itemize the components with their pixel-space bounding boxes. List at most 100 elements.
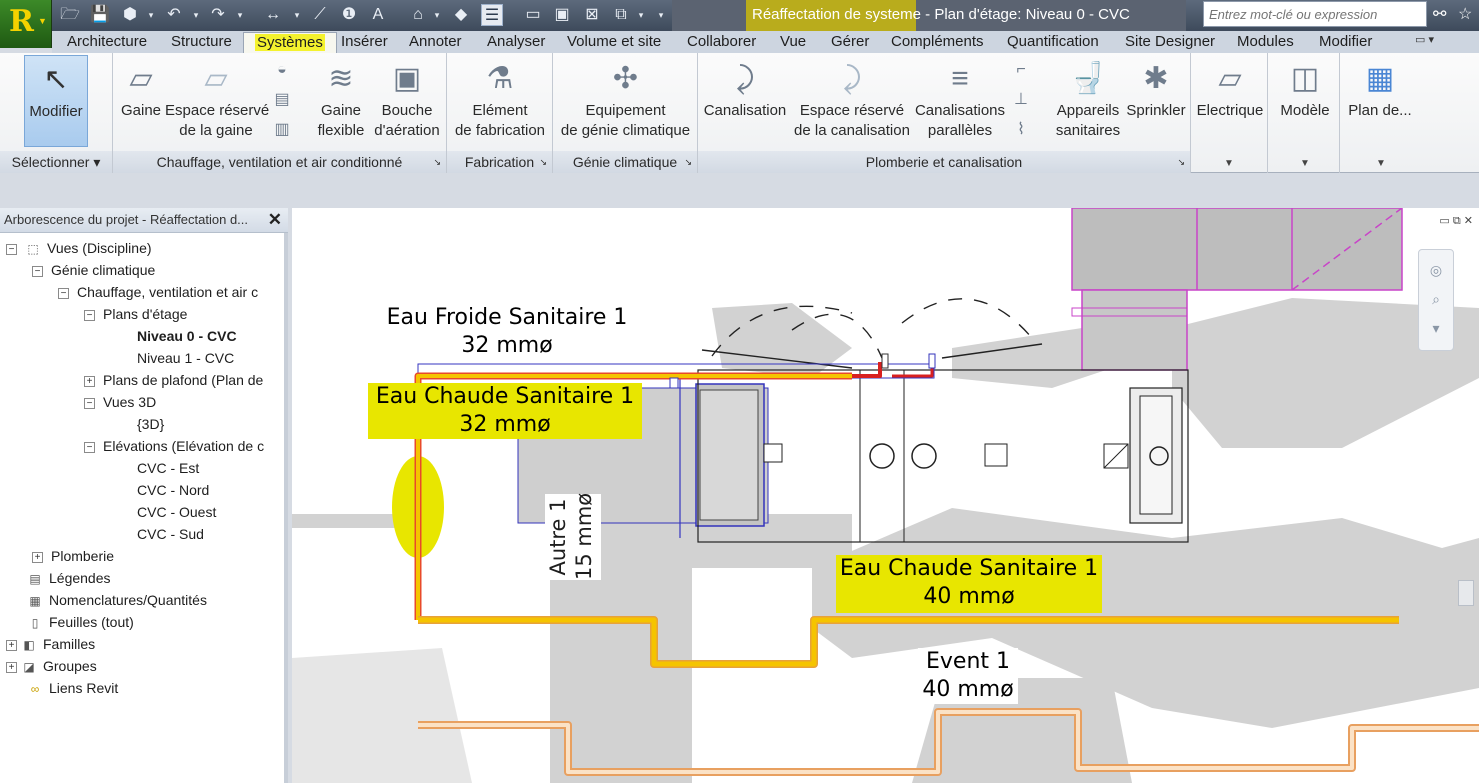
pipe-fitting-icon[interactable]: ⌐ — [1010, 59, 1032, 81]
customize-quick-access-icon[interactable]: ▾ — [656, 4, 666, 26]
tag-cold-water[interactable]: Eau Froide Sanitaire 1 32 mmø — [382, 304, 632, 360]
fabrication-part-button[interactable]: ⚗ Elément de fabrication — [451, 55, 549, 141]
tree-item-niveau-1-cvc[interactable]: Niveau 1 - CVC — [137, 347, 234, 369]
tree-item-plomberie[interactable]: + Plomberie — [32, 545, 114, 567]
undo-dropdown-icon[interactable]: ▾ — [191, 4, 201, 26]
open-icon[interactable]: 🗁 — [59, 4, 81, 26]
duct-fitting-icon[interactable]: ◒ — [271, 59, 293, 81]
model-button[interactable]: ◫ Modèle — [1272, 55, 1338, 121]
tab-systemes[interactable]: Systèmes — [243, 32, 337, 53]
ribbon-minimize-icon[interactable]: ▭ ▾ — [1415, 33, 1434, 46]
tree-item-vues[interactable]: − ⬚ Vues (Discipline) — [6, 237, 152, 259]
collapse-toggle-icon[interactable]: − — [84, 309, 95, 321]
tab-annoter[interactable]: Annoter — [398, 32, 473, 53]
model-dropdown-icon[interactable]: ▼ — [1300, 158, 1310, 169]
tree-item-plans-etage[interactable]: − Plans d'étage — [84, 303, 187, 325]
collapse-toggle-icon[interactable]: − — [84, 397, 95, 409]
parallel-pipes-button[interactable]: ≡ Canalisations parallèles — [914, 55, 1006, 141]
panel-title-selectionner[interactable]: Sélectionner ▾ — [0, 151, 112, 173]
application-menu-button[interactable]: R ▼ — [0, 0, 52, 48]
flex-duct-button[interactable]: ≋ Gaine flexible — [313, 55, 369, 141]
pipe-button[interactable]: ⤸ Canalisation — [702, 55, 788, 121]
close-view-icon[interactable]: ✕ — [1464, 215, 1473, 227]
zoom-icon[interactable]: ⌕ — [1419, 291, 1453, 308]
tree-item-legendes[interactable]: ▤ Légendes — [27, 567, 110, 589]
air-terminal-button[interactable]: ▣ Bouche d'aération — [371, 55, 443, 141]
tree-item-cvc-ouest[interactable]: CVC - Ouest — [137, 501, 216, 523]
close-hidden-icon[interactable]: ▭ — [522, 4, 544, 26]
text-icon[interactable]: A — [367, 4, 389, 26]
flex-pipe-icon[interactable]: ⌇ — [1010, 119, 1032, 141]
modify-button[interactable]: ↖ Modifier — [24, 55, 88, 147]
tree-item-cvc-sud[interactable]: CVC - Sud — [137, 523, 204, 545]
tag-hot-water-32[interactable]: Eau Chaude Sanitaire 1 32 mmø — [368, 383, 642, 439]
panel-title-cvc[interactable]: Chauffage, ventilation et air conditionn… — [113, 151, 446, 173]
tree-item-3d[interactable]: {3D} — [137, 413, 164, 435]
workplane-button[interactable]: ▦ Plan de... — [1344, 55, 1416, 121]
tab-inserer[interactable]: Insérer — [330, 32, 399, 53]
tree-item-liens-revit[interactable]: ∞ Liens Revit — [27, 677, 119, 699]
collapse-toggle-icon[interactable]: − — [6, 243, 17, 255]
tab-volume-et-site[interactable]: Volume et site — [556, 32, 672, 53]
panel-title-genie-climatique[interactable]: Génie climatique ↘ — [553, 151, 697, 173]
tile-dropdown-icon[interactable]: ▾ — [636, 4, 646, 26]
tree-item-nomenclatures[interactable]: ▦ Nomenclatures/Quantités — [27, 589, 207, 611]
switch-windows-icon[interactable]: ▣ — [551, 4, 573, 26]
tag-other[interactable]: Autre 1 15 mmø — [545, 493, 601, 580]
sync-icon[interactable]: ⬢ — [119, 4, 141, 26]
measure-icon[interactable]: ↔ — [262, 4, 284, 26]
tab-complements[interactable]: Compléments — [880, 32, 995, 53]
tab-analyser[interactable]: Analyser — [476, 32, 556, 53]
duct-button[interactable]: ▱ Gaine — [117, 55, 165, 121]
tree-item-cvc-est[interactable]: CVC - Est — [137, 457, 199, 479]
collapse-toggle-icon[interactable]: − — [84, 441, 95, 453]
tab-modifier[interactable]: Modifier — [1308, 32, 1383, 53]
tree-item-niveau-0-cvc[interactable]: Niveau 0 - CVC — [137, 325, 237, 347]
tree-item-cvc-nord[interactable]: CVC - Nord — [137, 479, 209, 501]
close-icon[interactable]: ✕ — [268, 208, 282, 232]
workplane-dropdown-icon[interactable]: ▼ — [1376, 158, 1386, 169]
panel-title-fabrication[interactable]: Fabrication ↘ — [447, 151, 552, 173]
pipe-placeholder-button[interactable]: ⤸ Espace réservé de la canalisation — [790, 55, 914, 141]
dimension-icon[interactable]: ⟋ — [309, 4, 331, 26]
tab-quantification[interactable]: Quantification — [996, 32, 1110, 53]
convert-flex-icon[interactable]: ▥ — [271, 119, 293, 141]
duct-placeholder-button[interactable]: ▱ Espace réservé de la gaine — [165, 55, 269, 141]
plumbing-fixture-button[interactable]: 🚽 Appareils sanitaires — [1052, 55, 1124, 141]
tab-gerer[interactable]: Gérer — [820, 32, 880, 53]
tag-hot-water-40[interactable]: Eau Chaude Sanitaire 1 40 mmø — [836, 555, 1102, 613]
duct-accessory-icon[interactable]: ▤ — [271, 89, 293, 111]
tile-icon[interactable]: ⧉ — [610, 4, 632, 26]
3d-view-icon[interactable]: ⌂ — [407, 4, 429, 26]
steering-wheel-icon[interactable]: ◎ — [1419, 262, 1453, 279]
tree-item-plans-plafond[interactable]: + Plans de plafond (Plan de — [84, 369, 263, 391]
expand-toggle-icon[interactable]: + — [6, 661, 17, 673]
undo-icon[interactable]: ↶ — [163, 4, 185, 26]
help-search-input[interactable] — [1203, 1, 1427, 27]
star-icon[interactable]: ☆ — [1458, 4, 1472, 24]
tab-collaborer[interactable]: Collaborer — [676, 32, 767, 53]
tab-structure[interactable]: Structure — [160, 32, 243, 53]
tree-item-feuilles[interactable]: ▯ Feuilles (tout) — [27, 611, 134, 633]
panel-title-plomberie[interactable]: Plomberie et canalisation ↘ — [698, 151, 1190, 173]
tree-item-vues-3d[interactable]: − Vues 3D — [84, 391, 156, 413]
expand-toggle-icon[interactable]: + — [84, 375, 95, 387]
mechanical-equipment-button[interactable]: ✣ Equipement de génie climatique — [557, 55, 694, 141]
sync-dropdown-icon[interactable]: ▾ — [146, 4, 156, 26]
collapse-toggle-icon[interactable]: − — [32, 265, 43, 277]
electrical-dropdown-icon[interactable]: ▼ — [1224, 158, 1234, 169]
section-icon[interactable]: ◆ — [450, 4, 472, 26]
thin-lines-icon[interactable]: ☰ — [481, 4, 503, 26]
nav-bar-menu-icon[interactable]: ▾ — [1419, 320, 1453, 337]
redo-dropdown-icon[interactable]: ▾ — [235, 4, 245, 26]
vertical-scrollbar-thumb[interactable] — [1458, 580, 1474, 606]
restore-view-icon[interactable]: ⧉ — [1453, 215, 1461, 227]
expand-toggle-icon[interactable]: + — [32, 551, 43, 563]
tab-vue[interactable]: Vue — [769, 32, 817, 53]
minimize-view-icon[interactable]: ▭ — [1439, 215, 1449, 227]
drawing-canvas[interactable]: Eau Froide Sanitaire 1 32 mmø Eau Chaude… — [292, 208, 1479, 783]
3d-dropdown-icon[interactable]: ▾ — [432, 4, 442, 26]
collapse-toggle-icon[interactable]: − — [58, 287, 69, 299]
tag-icon[interactable]: ❶ — [338, 4, 360, 26]
binoculars-icon[interactable]: ⚯ — [1433, 4, 1446, 24]
